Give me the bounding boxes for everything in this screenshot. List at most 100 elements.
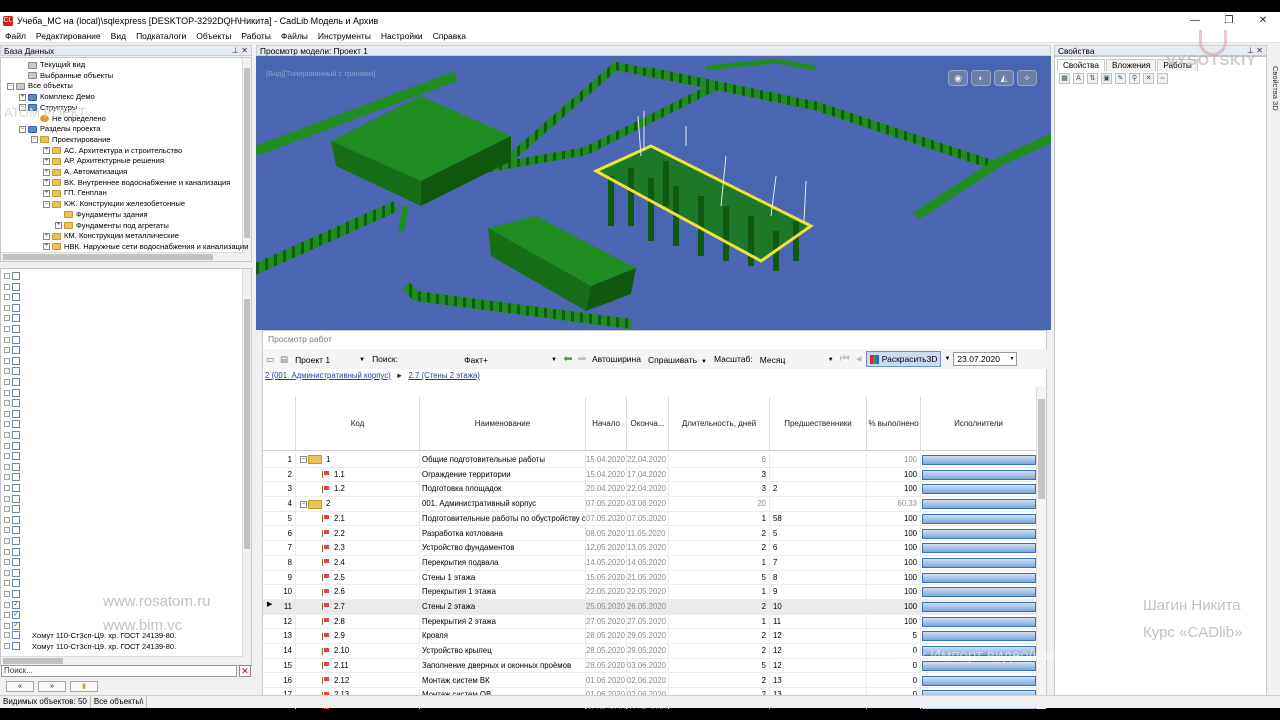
expand-toggle-icon[interactable]: − (31, 136, 38, 144)
table-row[interactable]: 10 2.6 Перекрытия 1 этажа 22.05.2020 22.05.2… (263, 585, 1037, 600)
table-row[interactable]: 16 2.12 Монтаж систем ВК 01.06.2020 02.06.20… (263, 673, 1037, 689)
checkbox[interactable] (12, 399, 20, 408)
expand-toggle-icon[interactable] (4, 516, 10, 523)
table-row[interactable]: 13 2.9 Кровля 28.05.2020 29.05.2020 2 12 5 (263, 629, 1037, 645)
col-code[interactable]: Код (296, 397, 420, 451)
expand-toggle-icon[interactable] (4, 389, 10, 396)
list-item[interactable] (4, 515, 20, 525)
table-row[interactable]: 5 2.1 Подготовительные работы по обустройс… (263, 511, 1037, 527)
menu-works[interactable]: Работы (236, 31, 276, 41)
autowidth-button[interactable]: Автоширина (589, 351, 644, 367)
checkbox[interactable] (12, 515, 20, 524)
list-item[interactable] (4, 589, 20, 599)
expand-toggle-icon[interactable] (4, 442, 10, 449)
expand-toggle-icon[interactable] (4, 485, 10, 491)
menu-tools[interactable]: Инструменты (313, 31, 376, 41)
list-view-icon[interactable]: ▤ (277, 351, 291, 367)
close-pane-icon[interactable]: ✕ (241, 46, 248, 56)
expand-toggle-icon[interactable] (4, 336, 10, 343)
checkbox[interactable] (12, 409, 20, 418)
expand-toggle-icon[interactable] (4, 357, 10, 364)
list-item[interactable] (4, 398, 20, 408)
expand-toggle-icon[interactable]: + (43, 157, 50, 165)
expand-icon[interactable]: ⇔ (1157, 73, 1168, 84)
breadcrumb-item[interactable]: 2 (001. Административный корпус) (265, 371, 391, 380)
expand-toggle-icon[interactable] (4, 474, 10, 481)
checkbox[interactable] (12, 367, 20, 376)
tree-node[interactable]: + А. Автоматизация (43, 167, 127, 177)
col-end[interactable]: Оконча... (627, 397, 669, 451)
expand-toggle-icon[interactable]: − (19, 125, 26, 133)
pin-icon[interactable]: ⊥ (232, 46, 239, 56)
checkbox[interactable] (12, 494, 20, 503)
expand-toggle-icon[interactable] (4, 421, 10, 428)
table-row[interactable]: 7 2.3 Устройство фундаментов 12.05.2020 13.0… (263, 541, 1037, 556)
checkbox[interactable] (12, 631, 20, 639)
table-row[interactable]: 9 2.5 Стены 1 этажа 15.05.2020 21.05.2020 5 8 1… (263, 570, 1037, 586)
expand-toggle-icon[interactable] (4, 432, 10, 438)
menu-edit[interactable]: Редактирование (31, 31, 106, 41)
list-item[interactable] (4, 409, 20, 419)
filter-search-input[interactable]: Поиск... (1, 665, 237, 677)
expand-toggle-icon[interactable]: + (43, 147, 50, 155)
colorize-dropdown[interactable]: ▼ (941, 351, 953, 367)
expand-toggle-icon[interactable] (4, 601, 10, 608)
checkbox[interactable] (12, 526, 20, 535)
list-item[interactable] (4, 472, 20, 482)
expand-toggle-icon[interactable] (4, 400, 10, 407)
filter-list-vscroll[interactable] (242, 269, 251, 665)
categorized-icon[interactable]: ▦ (1059, 73, 1070, 84)
list-item[interactable] (4, 271, 20, 281)
expand-toggle-icon[interactable] (4, 559, 10, 566)
list-item[interactable] (4, 578, 20, 588)
table-row[interactable]: 4−2 001. Административный корпус 07.05.202… (263, 497, 1037, 512)
col-start[interactable]: Начало (586, 397, 627, 451)
list-item[interactable] (4, 282, 20, 292)
date-picker[interactable]: 23.07.2020 ▾ (953, 352, 1018, 366)
db-tree-hscroll[interactable] (1, 252, 244, 261)
checkbox[interactable] (12, 303, 20, 312)
menu-file[interactable]: Файл (0, 31, 31, 41)
close-pane-icon[interactable]: ✕ (1256, 46, 1263, 56)
collapse-mode-select[interactable]: Спрашивать ▼ (644, 351, 711, 367)
clear-search-button[interactable]: ✕ (239, 665, 251, 677)
expand-toggle-icon[interactable] (4, 379, 10, 385)
checkbox[interactable]: ✓ (12, 611, 20, 620)
tool-icon[interactable]: ✕ (1143, 73, 1154, 84)
expand-toggle-icon[interactable]: + (43, 168, 50, 176)
checkbox[interactable] (12, 378, 20, 386)
grid-view-icon[interactable]: ▭ (263, 351, 277, 367)
menu-objects[interactable]: Объекты (191, 31, 236, 41)
menu-settings[interactable]: Настройки (376, 31, 428, 41)
expand-toggle-icon[interactable]: + (43, 232, 50, 240)
pan-icon[interactable]: ◭ (994, 70, 1014, 86)
col-name[interactable]: Наименование (420, 397, 586, 451)
tab-properties[interactable]: Свойства (1057, 59, 1105, 71)
checkbox[interactable] (12, 547, 20, 556)
expand-toggle-icon[interactable] (4, 463, 10, 470)
expand-toggle-icon[interactable] (4, 347, 10, 354)
close-button[interactable]: ✕ (1246, 12, 1280, 29)
checkbox[interactable] (12, 462, 20, 471)
list-item[interactable] (4, 303, 20, 313)
tree-node[interactable]: Текущий вид (19, 60, 85, 70)
checkbox[interactable] (12, 537, 20, 545)
checkbox[interactable] (12, 282, 20, 291)
checkbox[interactable] (12, 420, 20, 429)
tree-node[interactable]: − Все объекты (7, 81, 73, 91)
menu-subcatalogs[interactable]: Подкаталоги (131, 31, 191, 41)
tree-node[interactable]: + Фундаменты под агрегаты (55, 221, 169, 231)
checkbox[interactable] (12, 505, 20, 514)
expand-toggle-icon[interactable] (4, 612, 10, 619)
expand-toggle-icon[interactable] (4, 283, 10, 290)
expand-toggle-icon[interactable]: + (43, 189, 50, 197)
menu-view[interactable]: Вид (106, 31, 131, 41)
expand-toggle-icon[interactable] (4, 538, 10, 544)
table-row[interactable]: 6 2.2 Разработка котлована 08.05.2020 11.05.… (263, 526, 1037, 542)
list-item[interactable]: ✓ (4, 610, 20, 620)
expand-toggle-icon[interactable]: + (55, 222, 62, 229)
expand-toggle-icon[interactable] (4, 495, 10, 502)
checkbox[interactable] (12, 293, 20, 302)
table-row[interactable]: ▶ 11 2.7 Стены 2 этажа 25.05.2020 26.05.2020 2… (263, 600, 1037, 615)
first-icon[interactable]: ⏮ (838, 353, 852, 365)
